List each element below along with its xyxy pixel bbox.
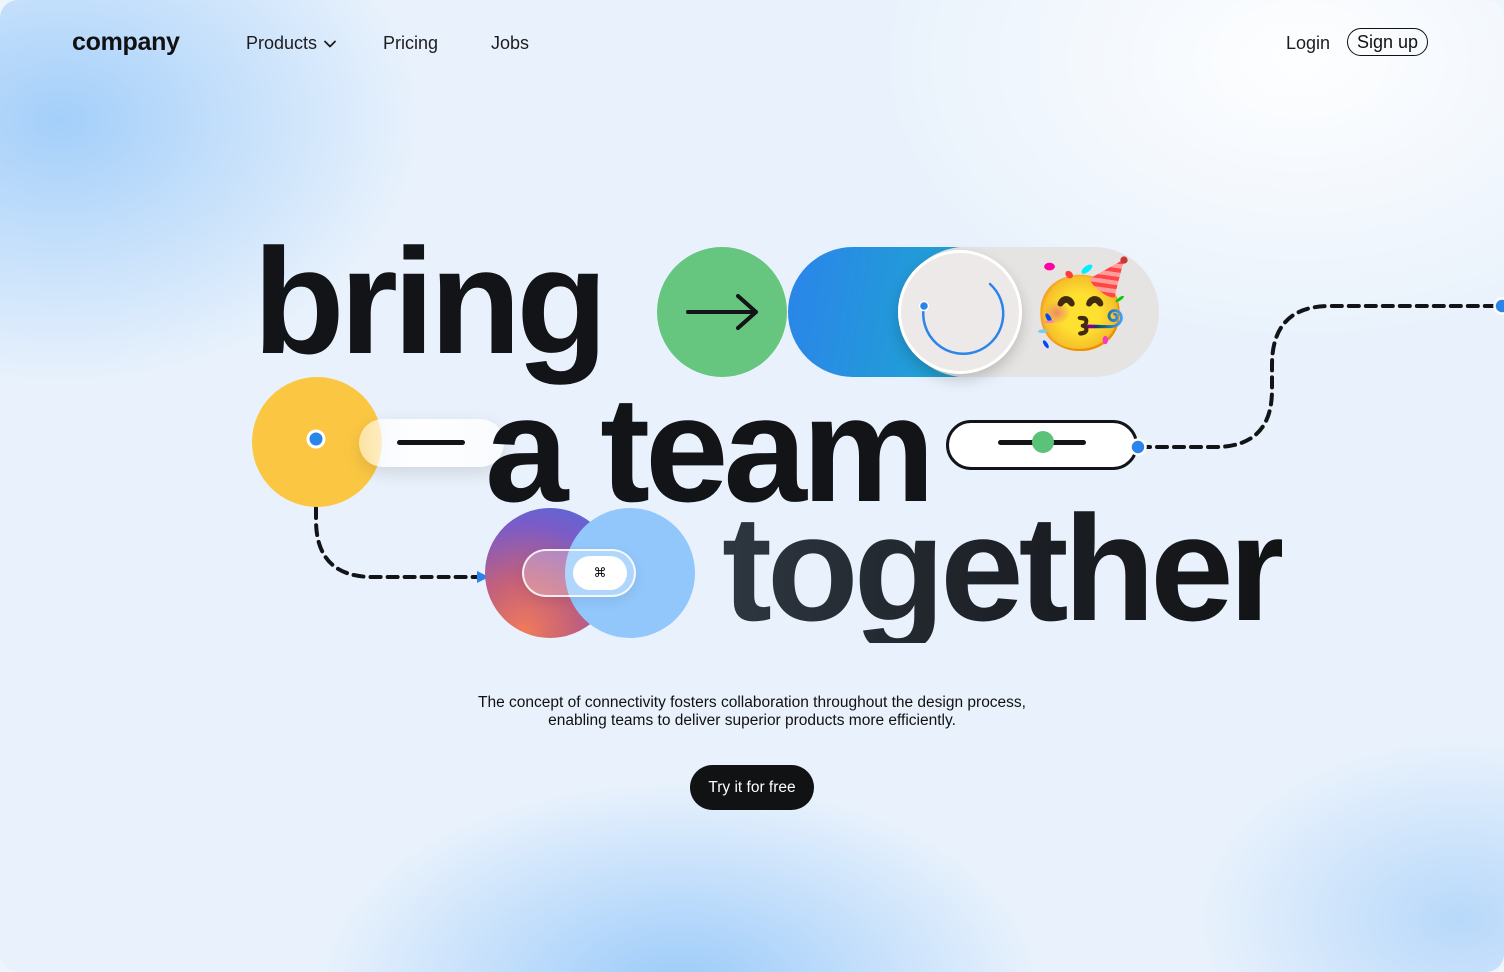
party-face-emoji-icon: 🥳 bbox=[1028, 257, 1133, 351]
connector-node-icon bbox=[1129, 438, 1147, 456]
headline-line-1: bring bbox=[253, 217, 608, 385]
hero-description: The concept of connectivity fosters coll… bbox=[452, 694, 1052, 730]
description-line-2: enabling teams to deliver superior produ… bbox=[548, 712, 956, 729]
headline-line-3: together bbox=[722, 484, 1287, 652]
connector-node-icon bbox=[1493, 297, 1504, 315]
slider-thumb[interactable] bbox=[1032, 431, 1054, 453]
arrow-right-icon bbox=[686, 294, 758, 330]
connector-node-icon bbox=[306, 429, 326, 449]
command-key-icon[interactable]: ⌘ bbox=[573, 556, 627, 590]
minus-icon bbox=[397, 440, 465, 445]
dashed-connector-right bbox=[1138, 304, 1504, 449]
try-free-button[interactable]: Try it for free bbox=[690, 765, 814, 810]
progress-arc-icon bbox=[918, 282, 1005, 355]
description-line-1: The concept of connectivity fosters coll… bbox=[478, 694, 1026, 711]
